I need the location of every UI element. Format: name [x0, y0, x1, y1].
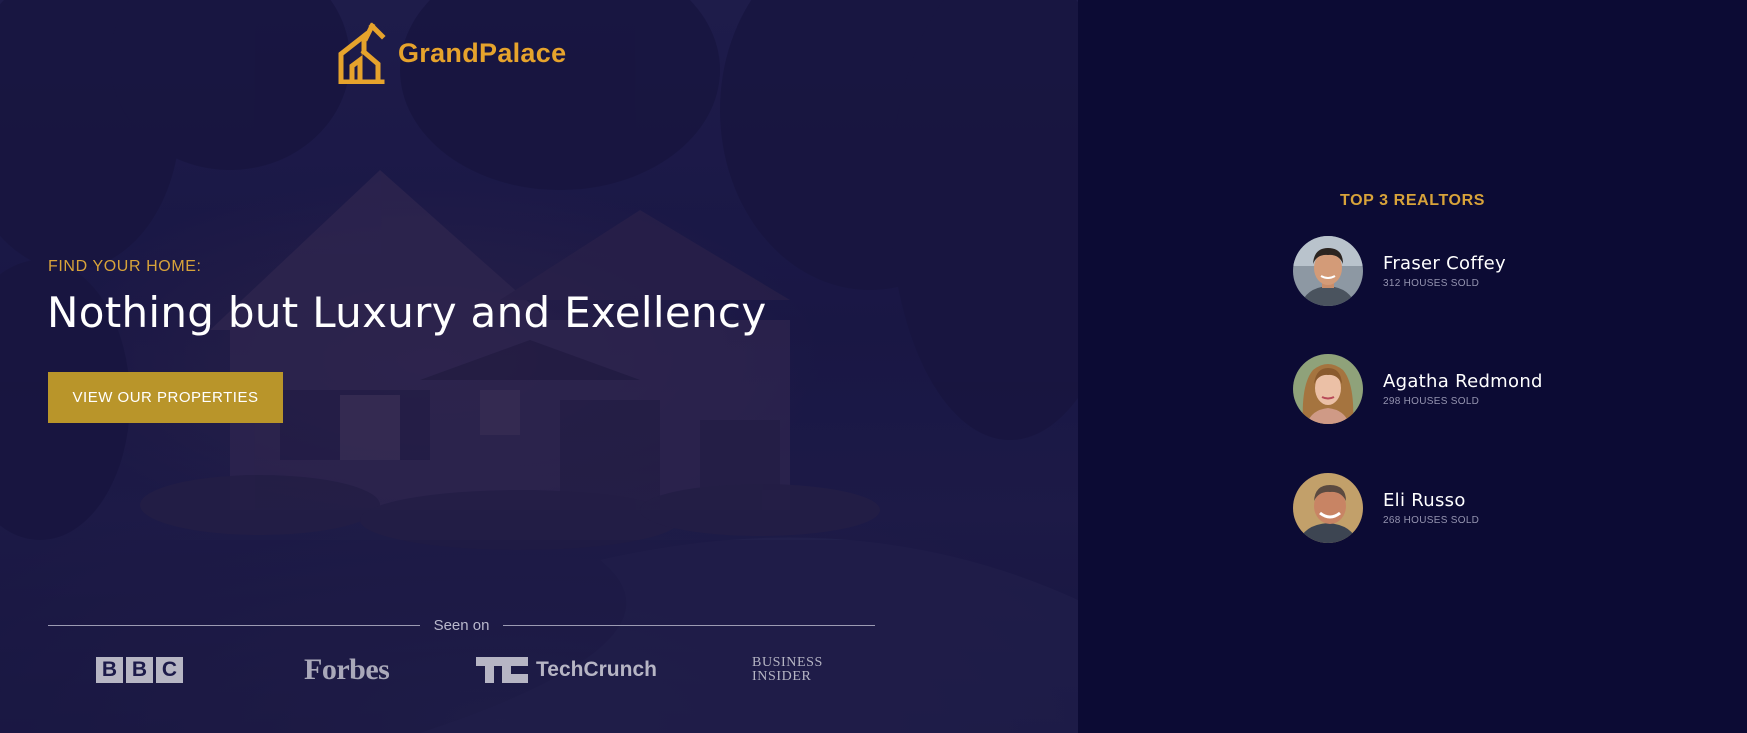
realtor-name: Agatha Redmond: [1383, 371, 1543, 392]
bbc-letter: B: [96, 657, 123, 683]
landing-page: GrandPalace FIND YOUR HOME: Nothing but …: [0, 0, 1747, 733]
realtor-item[interactable]: Agatha Redmond 298 HOUSES SOLD: [1293, 354, 1543, 424]
brand-name: GrandPalace: [398, 37, 567, 68]
hero-section: GrandPalace FIND YOUR HOME: Nothing but …: [0, 0, 1078, 733]
techcrunch-mark-icon: [476, 657, 528, 683]
press-logos: B B C Forbes TechCrunch BUSINESS INSIDER: [48, 650, 875, 690]
business-insider-line1: BUSINESS: [752, 655, 823, 670]
business-insider-logo: BUSINESS INSIDER: [752, 650, 823, 690]
bbc-letter: B: [126, 657, 153, 683]
realtor-houses-sold: 268 HOUSES SOLD: [1383, 515, 1480, 526]
top-realtors-sidebar: TOP 3 REALTORS Fraser Coffey 312 HOUSES …: [1078, 0, 1747, 733]
bbc-logo: B B C: [96, 650, 183, 690]
house-logo-icon: [338, 22, 386, 84]
divider-line-left: [48, 624, 420, 626]
realtor-houses-sold: 312 HOUSES SOLD: [1383, 278, 1480, 289]
business-insider-line2: INSIDER: [752, 669, 812, 684]
divider-line-right: [503, 624, 876, 626]
techcrunch-wordmark: TechCrunch: [536, 658, 657, 681]
avatar: [1293, 236, 1363, 306]
realtor-name: Fraser Coffey: [1383, 253, 1506, 274]
realtor-name: Eli Russo: [1383, 490, 1466, 511]
realtor-houses-sold: 298 HOUSES SOLD: [1383, 396, 1480, 407]
forbes-logo: Forbes: [304, 653, 390, 686]
techcrunch-logo: TechCrunch: [476, 650, 657, 690]
hero-headline: Nothing but Luxury and Exellency: [47, 288, 767, 337]
avatar: [1293, 354, 1363, 424]
avatar: [1293, 473, 1363, 543]
view-properties-button[interactable]: VIEW OUR PROPERTIES: [48, 372, 283, 423]
hero-eyebrow: FIND YOUR HOME:: [48, 258, 202, 275]
bbc-letter: C: [156, 657, 183, 683]
realtor-item[interactable]: Eli Russo 268 HOUSES SOLD: [1293, 473, 1479, 543]
top-realtors-title: TOP 3 REALTORS: [1339, 192, 1486, 209]
brand-logo[interactable]: GrandPalace: [338, 22, 566, 84]
realtor-item[interactable]: Fraser Coffey 312 HOUSES SOLD: [1293, 236, 1506, 306]
seen-on-divider: Seen on: [48, 615, 876, 635]
seen-on-label: Seen on: [433, 616, 490, 634]
